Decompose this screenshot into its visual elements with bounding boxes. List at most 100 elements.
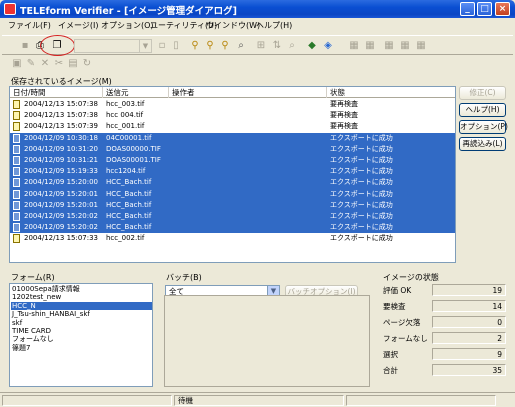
list-item[interactable]: TIME CARD: [11, 327, 152, 335]
table-row[interactable]: 2004/12/09 10:31:21 DOAS00001.TIF エクスポートに成…: [10, 155, 455, 167]
stat-value: 0: [432, 316, 506, 328]
save-icon[interactable]: ▪: [18, 39, 32, 53]
cell-status: エクスポートに成功: [330, 167, 393, 176]
cell-status: エクスポートに成功: [330, 156, 393, 164]
document-icon: [13, 167, 20, 177]
reload-button[interactable]: 再読込み(L): [459, 137, 506, 151]
forms-list[interactable]: 01000Sepa請求情報 1202test_new HCC_N J_Tsu-shin…: [9, 283, 153, 387]
close-button[interactable]: ×: [495, 2, 510, 16]
zoom-icon[interactable]: ⌕: [234, 39, 248, 53]
find-icon[interactable]: ⚲: [188, 39, 202, 53]
doc-icon[interactable]: ▯: [169, 39, 183, 53]
column-header-datetime[interactable]: 日付/時間: [10, 87, 103, 98]
stat-value: 35: [432, 364, 506, 376]
image-status-label: イメージの状態: [383, 273, 439, 282]
view-grid-2-icon[interactable]: ▦: [363, 39, 377, 53]
table-row[interactable]: 2004/12/09 15:20:02 HCC_Bach.tif エクスポートに成功: [10, 211, 455, 223]
saved-images-list[interactable]: 日付/時間 送信元 操作者 状態 2004/12/13 15:07:38 hcc_…: [9, 86, 456, 263]
cell-datetime: 2004/12/13 15:07:38: [24, 100, 99, 108]
menu-file[interactable]: ファイル(F): [8, 20, 51, 31]
document-icon: [13, 223, 20, 233]
view-grid-3-icon[interactable]: ▦: [382, 39, 396, 53]
paste-icon[interactable]: ▤: [66, 57, 80, 71]
list-item[interactable]: 1202test_new: [11, 293, 152, 301]
list-item[interactable]: skf: [11, 319, 152, 327]
status-pane-right: [346, 395, 496, 406]
batch-panel: [164, 295, 370, 387]
cell-status: エクスポートに成功: [330, 200, 393, 209]
help-button[interactable]: ヘルプ(H): [459, 103, 506, 117]
export-icon[interactable]: ◈: [321, 39, 335, 53]
find-next-icon[interactable]: ⚲: [218, 39, 232, 53]
window-title: TELEform Verifier - [イメージ管理ダイアログ]: [20, 6, 238, 17]
cell-datetime: 2004/12/09 15:20:01: [24, 200, 99, 209]
cell-datetime: 2004/12/13 15:07:39: [24, 122, 99, 131]
view-grid-1-icon[interactable]: ▦: [347, 39, 361, 53]
edit-icon[interactable]: ✎: [24, 57, 38, 71]
cell-source: HCC_Bach.tif: [106, 200, 152, 209]
document-icon: [13, 133, 20, 143]
column-header-source[interactable]: 送信元: [103, 87, 169, 98]
cell-status: 要再検査: [330, 111, 358, 120]
blank-doc-icon[interactable]: ▫: [155, 39, 169, 53]
batch-icon[interactable]: ◆: [305, 39, 319, 53]
cell-datetime: 2004/12/09 10:31:20: [24, 144, 99, 153]
table-row[interactable]: 2004/12/13 15:07:38 hcc_003.tif 要再検査: [10, 99, 455, 110]
list-item[interactable]: フォームなし: [11, 335, 152, 343]
table-row[interactable]: 2004/12/09 15:20:01 HCC_Bach.tif エクスポートに成功: [10, 199, 455, 211]
maximize-button[interactable]: □: [477, 2, 492, 16]
table-row[interactable]: 2004/12/13 15:07:39 hcc_001.tif 要再検査: [10, 121, 455, 132]
stat-label: フォームなし: [383, 334, 428, 343]
stat-value: 14: [432, 300, 506, 312]
menu-image[interactable]: イメージ(I): [58, 20, 98, 31]
cell-datetime: 2004/12/09 15:20:00: [24, 178, 99, 187]
menu-options[interactable]: オプション(O): [101, 20, 154, 31]
cell-datetime: 2004/12/13 15:07:33: [24, 234, 99, 243]
image-icon[interactable]: ▣: [10, 57, 24, 71]
document-icon: [13, 111, 20, 121]
status-text: 待機: [174, 395, 344, 406]
menu-bar: ファイル(F) イメージ(I) オプション(O) ユーティリティ(U) ウインド…: [0, 18, 515, 34]
list-item[interactable]: HCC_N: [11, 301, 152, 311]
delete-icon[interactable]: ✕: [38, 57, 52, 71]
column-header-status[interactable]: 状態: [327, 87, 455, 98]
grid-icon[interactable]: ⊞: [254, 39, 268, 53]
table-row[interactable]: 2004/12/13 15:07:38 hcc 004.tif 要再検査: [10, 110, 455, 121]
table-row[interactable]: 2004/12/09 10:31:20 DOAS00000.TIF エクスポートに成…: [10, 143, 455, 155]
list-item[interactable]: J_Tsu-shin_HANBAI_skf: [11, 310, 152, 318]
table-row[interactable]: 2004/12/13 15:07:33 hcc_002.tif エクスポートに成功: [10, 233, 455, 244]
cell-source: HCC_Bach.tif: [106, 223, 152, 232]
view-grid-4-icon[interactable]: ▦: [398, 39, 412, 53]
document-icon: [13, 189, 20, 199]
menu-window[interactable]: ウインドウ(W): [206, 20, 260, 31]
sort-icon[interactable]: ⇅: [270, 39, 284, 53]
cell-source: hcc_003.tif: [106, 100, 145, 108]
fix-button[interactable]: 修正(C): [459, 86, 506, 100]
table-row[interactable]: 2004/12/09 15:20:02 HCC_Bach.tif エクスポートに成功: [10, 222, 455, 234]
table-row[interactable]: 2004/12/09 10:30:18 04C00001.tif エクスポートに成功: [10, 132, 455, 144]
minimize-button[interactable]: _: [460, 2, 475, 16]
refresh-icon[interactable]: ↻: [80, 57, 94, 71]
list-item[interactable]: 01000Sepa請求情報: [11, 285, 152, 293]
cell-status: エクスポートに成功: [330, 144, 393, 153]
chevron-down-icon[interactable]: ▼: [139, 40, 151, 52]
toolbar-combo[interactable]: ▼: [74, 39, 152, 53]
options-button[interactable]: オプション(P): [459, 120, 508, 134]
secondary-toolbar: ▣ ✎ ✕ ✂ ▤ ↻: [2, 56, 513, 73]
search-doc-icon[interactable]: ⌕: [285, 39, 299, 53]
column-header-operator[interactable]: 操作者: [169, 87, 327, 98]
document-icon: [13, 212, 20, 221]
table-row[interactable]: 2004/12/09 15:20:01 HCC_Bach.tif エクスポートに成功: [10, 188, 455, 200]
cell-status: エクスポートに成功: [330, 133, 393, 142]
cell-status: エクスポートに成功: [330, 178, 393, 187]
table-row[interactable]: 2004/12/09 15:19:33 hcc1204.tif エクスポートに成功: [10, 166, 455, 178]
table-row[interactable]: 2004/12/09 15:20:00 HCC_Bach.tif エクスポートに成功: [10, 177, 455, 189]
cell-datetime: 2004/12/09 15:20:02: [24, 212, 99, 220]
list-item[interactable]: 篠題7: [11, 344, 152, 352]
view-grid-5-icon[interactable]: ▦: [414, 39, 428, 53]
find-replace-icon[interactable]: ⚲: [203, 39, 217, 53]
cut-icon[interactable]: ✂: [52, 57, 66, 71]
list-header: 日付/時間 送信元 操作者 状態: [10, 87, 455, 98]
menu-help[interactable]: ヘルプ(H): [256, 20, 292, 31]
cell-status: エクスポートに成功: [330, 212, 393, 220]
